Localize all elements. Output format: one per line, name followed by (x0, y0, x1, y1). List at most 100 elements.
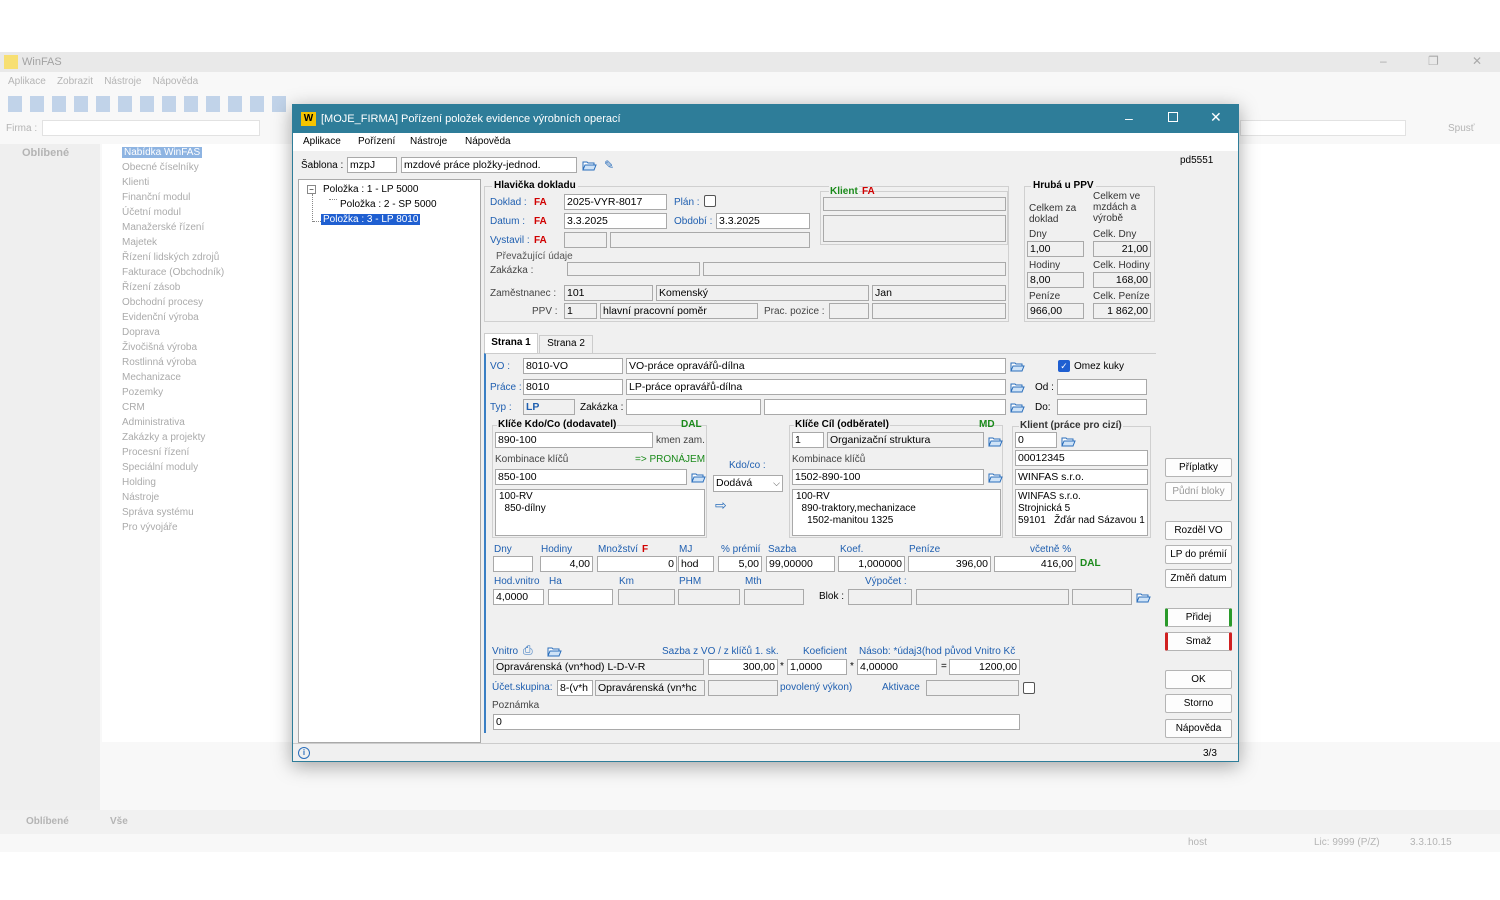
folder-open-icon[interactable] (1061, 435, 1076, 447)
folder-open-icon[interactable] (547, 645, 562, 657)
bg-tree-root[interactable]: Nabídka WinFAS (122, 147, 203, 158)
bg-tree-item[interactable]: Obchodní procesy (122, 297, 203, 308)
povoleny-field[interactable] (708, 680, 778, 696)
zakazka-header-code[interactable] (567, 262, 700, 276)
aktivace-checkbox[interactable] (1023, 682, 1035, 694)
premii-field[interactable]: 5,00 (718, 556, 762, 572)
minimize-icon[interactable]: – (1380, 54, 1387, 68)
bg-tree-item[interactable]: Rostlinná výroba (122, 357, 196, 368)
close-icon[interactable]: ✕ (1210, 109, 1222, 126)
folder-open-icon[interactable] (1010, 381, 1025, 393)
zakazka-code-field[interactable] (626, 399, 761, 415)
poznamka-field[interactable]: 0 (493, 714, 1020, 730)
kdo-code-field[interactable]: 890-100 (495, 432, 653, 448)
obdobi-field[interactable]: 3.3.2025 (716, 213, 810, 229)
bg-tab-oblibene[interactable]: Oblíbené (26, 816, 69, 827)
folder-open-icon[interactable] (1136, 591, 1151, 603)
cil-code-field[interactable]: 1 (792, 432, 824, 448)
bg-tree-item[interactable]: Speciální moduly (122, 462, 198, 473)
bg-tree-item[interactable]: Finanční modul (122, 192, 190, 203)
datum-field[interactable]: 3.3.2025 (564, 213, 667, 229)
penize-field[interactable]: 396,00 (908, 556, 991, 572)
bg-tree-item[interactable]: Manažerské řízení (122, 222, 204, 233)
vo-code-field[interactable]: 8010-VO (523, 358, 623, 374)
kdoco-select[interactable]: Dodává ⌵ (713, 475, 783, 492)
klient-code-field[interactable] (823, 197, 1006, 211)
cil-memo[interactable]: 100-RV 890-traktory,mechanizace 1502-man… (792, 489, 1001, 536)
arrow-right-icon[interactable]: ⇨ (715, 497, 727, 514)
vnitro-nasob-field[interactable]: 4,00000 (857, 659, 937, 675)
vystavil-name-field[interactable] (610, 232, 810, 248)
zamestnanec-prijmeni-field[interactable]: Komenský (656, 285, 869, 301)
prace-name-field[interactable]: LP-práce opravářů-dílna (626, 379, 1006, 395)
bg-tree-item[interactable]: Nástroje (122, 492, 159, 503)
bg-tree-item[interactable]: Živočišná výroba (122, 342, 197, 353)
pencil-icon[interactable]: ✎ (604, 158, 614, 172)
bg-menu-napoveda[interactable]: Nápověda (153, 76, 199, 87)
bg-tree-item[interactable]: Evidenční výroba (122, 312, 199, 323)
bg-tree-item[interactable]: Řízení zásob (122, 282, 180, 293)
sablona-code-field[interactable]: mzpJ (347, 157, 397, 173)
ha-field[interactable] (548, 589, 613, 605)
folder-open-icon[interactable] (1010, 401, 1025, 413)
tree-item-3-selected[interactable]: Položka : 3 - LP 8010 (321, 214, 421, 225)
vnitro-vysledek-field[interactable]: 1200,00 (949, 659, 1020, 675)
bg-tree-item[interactable]: Administrativa (122, 417, 185, 428)
menu-porizeni[interactable]: Pořízení (358, 136, 395, 147)
lp-do-premii-button[interactable]: LP do prémií (1165, 545, 1232, 564)
vypocet-extra-field[interactable] (1072, 589, 1132, 605)
mth-field[interactable] (744, 589, 804, 605)
bg-tree-item[interactable]: Pozemky (122, 387, 163, 398)
bg-tree-item[interactable]: Mechanizace (122, 372, 181, 383)
tab-strana-2[interactable]: Strana 2 (539, 335, 593, 353)
vypocet-field[interactable] (916, 589, 1069, 605)
tab-strana-1[interactable]: Strana 1 (484, 333, 538, 353)
bg-menu-aplikace[interactable]: Aplikace (8, 76, 46, 87)
blok-field[interactable] (848, 589, 912, 605)
tree-item-2[interactable]: Položka : 2 - SP 5000 (340, 199, 437, 210)
bg-tree-item[interactable]: Procesní řízení (122, 447, 189, 458)
bg-tree-item[interactable]: Majetek (122, 237, 157, 248)
bg-menu-zobrazit[interactable]: Zobrazit (57, 76, 93, 87)
bg-tree-item[interactable]: Doprava (122, 327, 160, 338)
minimize-icon[interactable]: – (1125, 110, 1133, 126)
hodvnitro-field[interactable]: 4,0000 (493, 589, 544, 605)
prace-code-field[interactable]: 8010 (523, 379, 623, 395)
zakazka-name-field[interactable] (764, 399, 1006, 415)
smaz-button[interactable]: Smaž (1165, 632, 1232, 651)
collapse-icon[interactable]: − (307, 185, 316, 194)
bg-search-input[interactable] (1240, 120, 1406, 136)
pudni-bloky-button[interactable]: Půdní bloky (1165, 482, 1232, 501)
klient-name-field[interactable] (823, 215, 1006, 242)
pridej-button[interactable]: Přidej (1165, 608, 1232, 627)
zakazka-header-name[interactable] (703, 262, 1006, 276)
klient-cizi-name-field[interactable]: WINFAS s.r.o. (1015, 469, 1148, 485)
kdo-memo[interactable]: 100-RV 850-dílny (495, 489, 705, 536)
ok-button[interactable]: OK (1165, 670, 1232, 689)
folder-open-icon[interactable] (582, 159, 597, 171)
priplatky-button[interactable]: Příplatky (1165, 458, 1232, 477)
ucet-skupina-code[interactable]: 8-(v*h (557, 680, 593, 696)
menu-aplikace[interactable]: Aplikace (303, 136, 341, 147)
printer-icon[interactable]: ⎙ (523, 643, 533, 658)
zamestnanec-jmeno-field[interactable]: Jan (872, 285, 1006, 301)
rozdel-vo-button[interactable]: Rozděl VO (1165, 521, 1232, 540)
bg-tree-item[interactable]: Zakázky a projekty (122, 432, 205, 443)
bg-tree-item[interactable]: Pro vývojáře (122, 522, 178, 533)
bg-menu-nastroje[interactable]: Nástroje (104, 76, 141, 87)
vnitro-koef-field[interactable]: 1,0000 (787, 659, 847, 675)
menu-napoveda[interactable]: Nápověda (465, 136, 511, 147)
od-field[interactable] (1057, 379, 1147, 395)
sablona-name-field[interactable]: mzdové práce pložky-jednod. (401, 157, 577, 173)
klient-cizi-ico-field[interactable]: 00012345 (1015, 450, 1148, 466)
bg-tree-item[interactable]: Fakturace (Obchodník) (122, 267, 224, 278)
folder-open-icon[interactable] (1010, 360, 1025, 372)
zmen-datum-button[interactable]: Změň datum (1165, 569, 1232, 588)
bg-tree-item[interactable]: Klienti (122, 177, 149, 188)
tree-item-1[interactable]: Položka : 1 - LP 5000 (323, 184, 418, 195)
bg-tree-item[interactable]: Holding (122, 477, 156, 488)
ppv-name-field[interactable]: hlavní pracovní poměr (600, 303, 758, 319)
typ-field[interactable]: LP (523, 399, 575, 415)
ucet-skupina-name[interactable]: Opravárenská (vn*hc (595, 680, 705, 696)
maximize-icon[interactable] (1168, 112, 1178, 122)
